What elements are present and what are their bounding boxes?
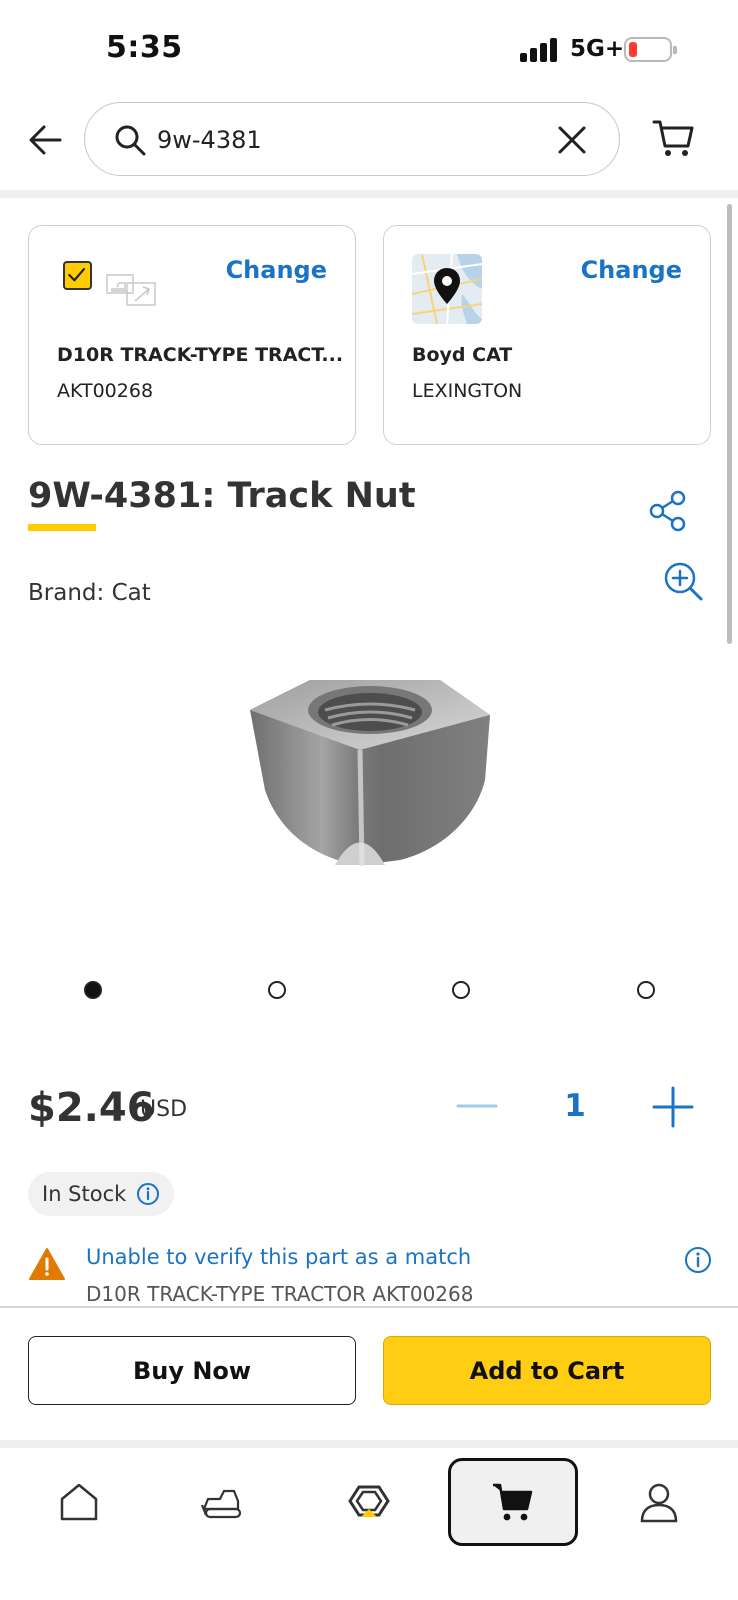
- home-icon: [60, 1483, 98, 1521]
- cart-icon: [493, 1483, 533, 1521]
- product-title: 9W-4381: Track Nut: [28, 476, 416, 516]
- search-header: [0, 96, 738, 192]
- cat-logo-icon: [348, 1485, 390, 1517]
- search-icon: [115, 125, 146, 156]
- part-match-warning[interactable]: Unable to verify this part as a match: [86, 1245, 471, 1269]
- checkbox-checked-icon[interactable]: [63, 261, 92, 290]
- price: $2.46: [28, 1085, 155, 1131]
- decrease-quantity-button[interactable]: [456, 1096, 498, 1116]
- title-underline: [28, 524, 96, 531]
- scrollbar[interactable]: [727, 204, 732, 644]
- action-divider: [0, 1306, 738, 1308]
- warning-icon: [29, 1248, 65, 1280]
- dealer-location: LEXINGTON: [412, 380, 523, 402]
- zoom-in-icon[interactable]: [662, 560, 704, 602]
- nav-profile[interactable]: [594, 1458, 724, 1546]
- nav-equipment[interactable]: [158, 1458, 288, 1546]
- product-brand: Brand: Cat: [28, 580, 151, 606]
- header-divider: [0, 190, 738, 198]
- search-bar[interactable]: [84, 102, 620, 176]
- warning-detail: D10R TRACK-TYPE TRACTOR AKT00268: [86, 1282, 474, 1306]
- signal-icon: [520, 38, 560, 62]
- carousel-dot[interactable]: [637, 981, 655, 999]
- nav-home[interactable]: [14, 1458, 144, 1546]
- stock-label: In Stock: [42, 1182, 127, 1206]
- info-icon[interactable]: [684, 1246, 712, 1274]
- product-image[interactable]: [240, 670, 500, 890]
- nav-cat[interactable]: [304, 1458, 434, 1546]
- cart-icon[interactable]: [652, 116, 696, 160]
- quantity-value[interactable]: 1: [555, 1088, 595, 1124]
- nav-cart[interactable]: [448, 1458, 578, 1546]
- status-time: 5:35: [106, 30, 183, 65]
- dealer-name: Boyd CAT: [412, 344, 513, 366]
- status-bar: 5:35 5G+: [0, 0, 738, 96]
- map-pin-icon: [412, 254, 482, 324]
- equipment-card[interactable]: Change D10R TRACK-TYPE TRACT... AKT00268: [28, 225, 356, 445]
- add-to-cart-button[interactable]: Add to Cart: [383, 1336, 711, 1405]
- machine-placeholder-icon: [106, 274, 156, 306]
- bottom-nav: [0, 1448, 738, 1600]
- info-icon[interactable]: [136, 1182, 160, 1206]
- carousel-dot[interactable]: [84, 981, 102, 999]
- equipment-name: D10R TRACK-TYPE TRACT...: [57, 344, 344, 366]
- battery-icon: [624, 37, 677, 62]
- clear-icon[interactable]: [555, 123, 589, 157]
- dealer-card[interactable]: Change Boyd CAT LEXINGTON: [383, 225, 711, 445]
- network-label: 5G+: [570, 36, 625, 62]
- search-input[interactable]: [157, 121, 537, 159]
- carousel-dot[interactable]: [268, 981, 286, 999]
- share-icon[interactable]: [648, 490, 690, 532]
- back-arrow-icon[interactable]: [26, 120, 66, 160]
- increase-quantity-button[interactable]: [652, 1086, 694, 1128]
- equipment-icon: [200, 1489, 242, 1519]
- buy-now-button[interactable]: Buy Now: [28, 1336, 356, 1405]
- change-equipment-link[interactable]: Change: [226, 256, 327, 284]
- nav-divider: [0, 1440, 738, 1448]
- equipment-serial: AKT00268: [57, 380, 154, 402]
- change-dealer-link[interactable]: Change: [581, 256, 682, 284]
- carousel-dot[interactable]: [452, 981, 470, 999]
- currency: USD: [140, 1097, 188, 1122]
- profile-icon: [640, 1483, 678, 1523]
- stock-badge[interactable]: In Stock: [28, 1172, 175, 1216]
